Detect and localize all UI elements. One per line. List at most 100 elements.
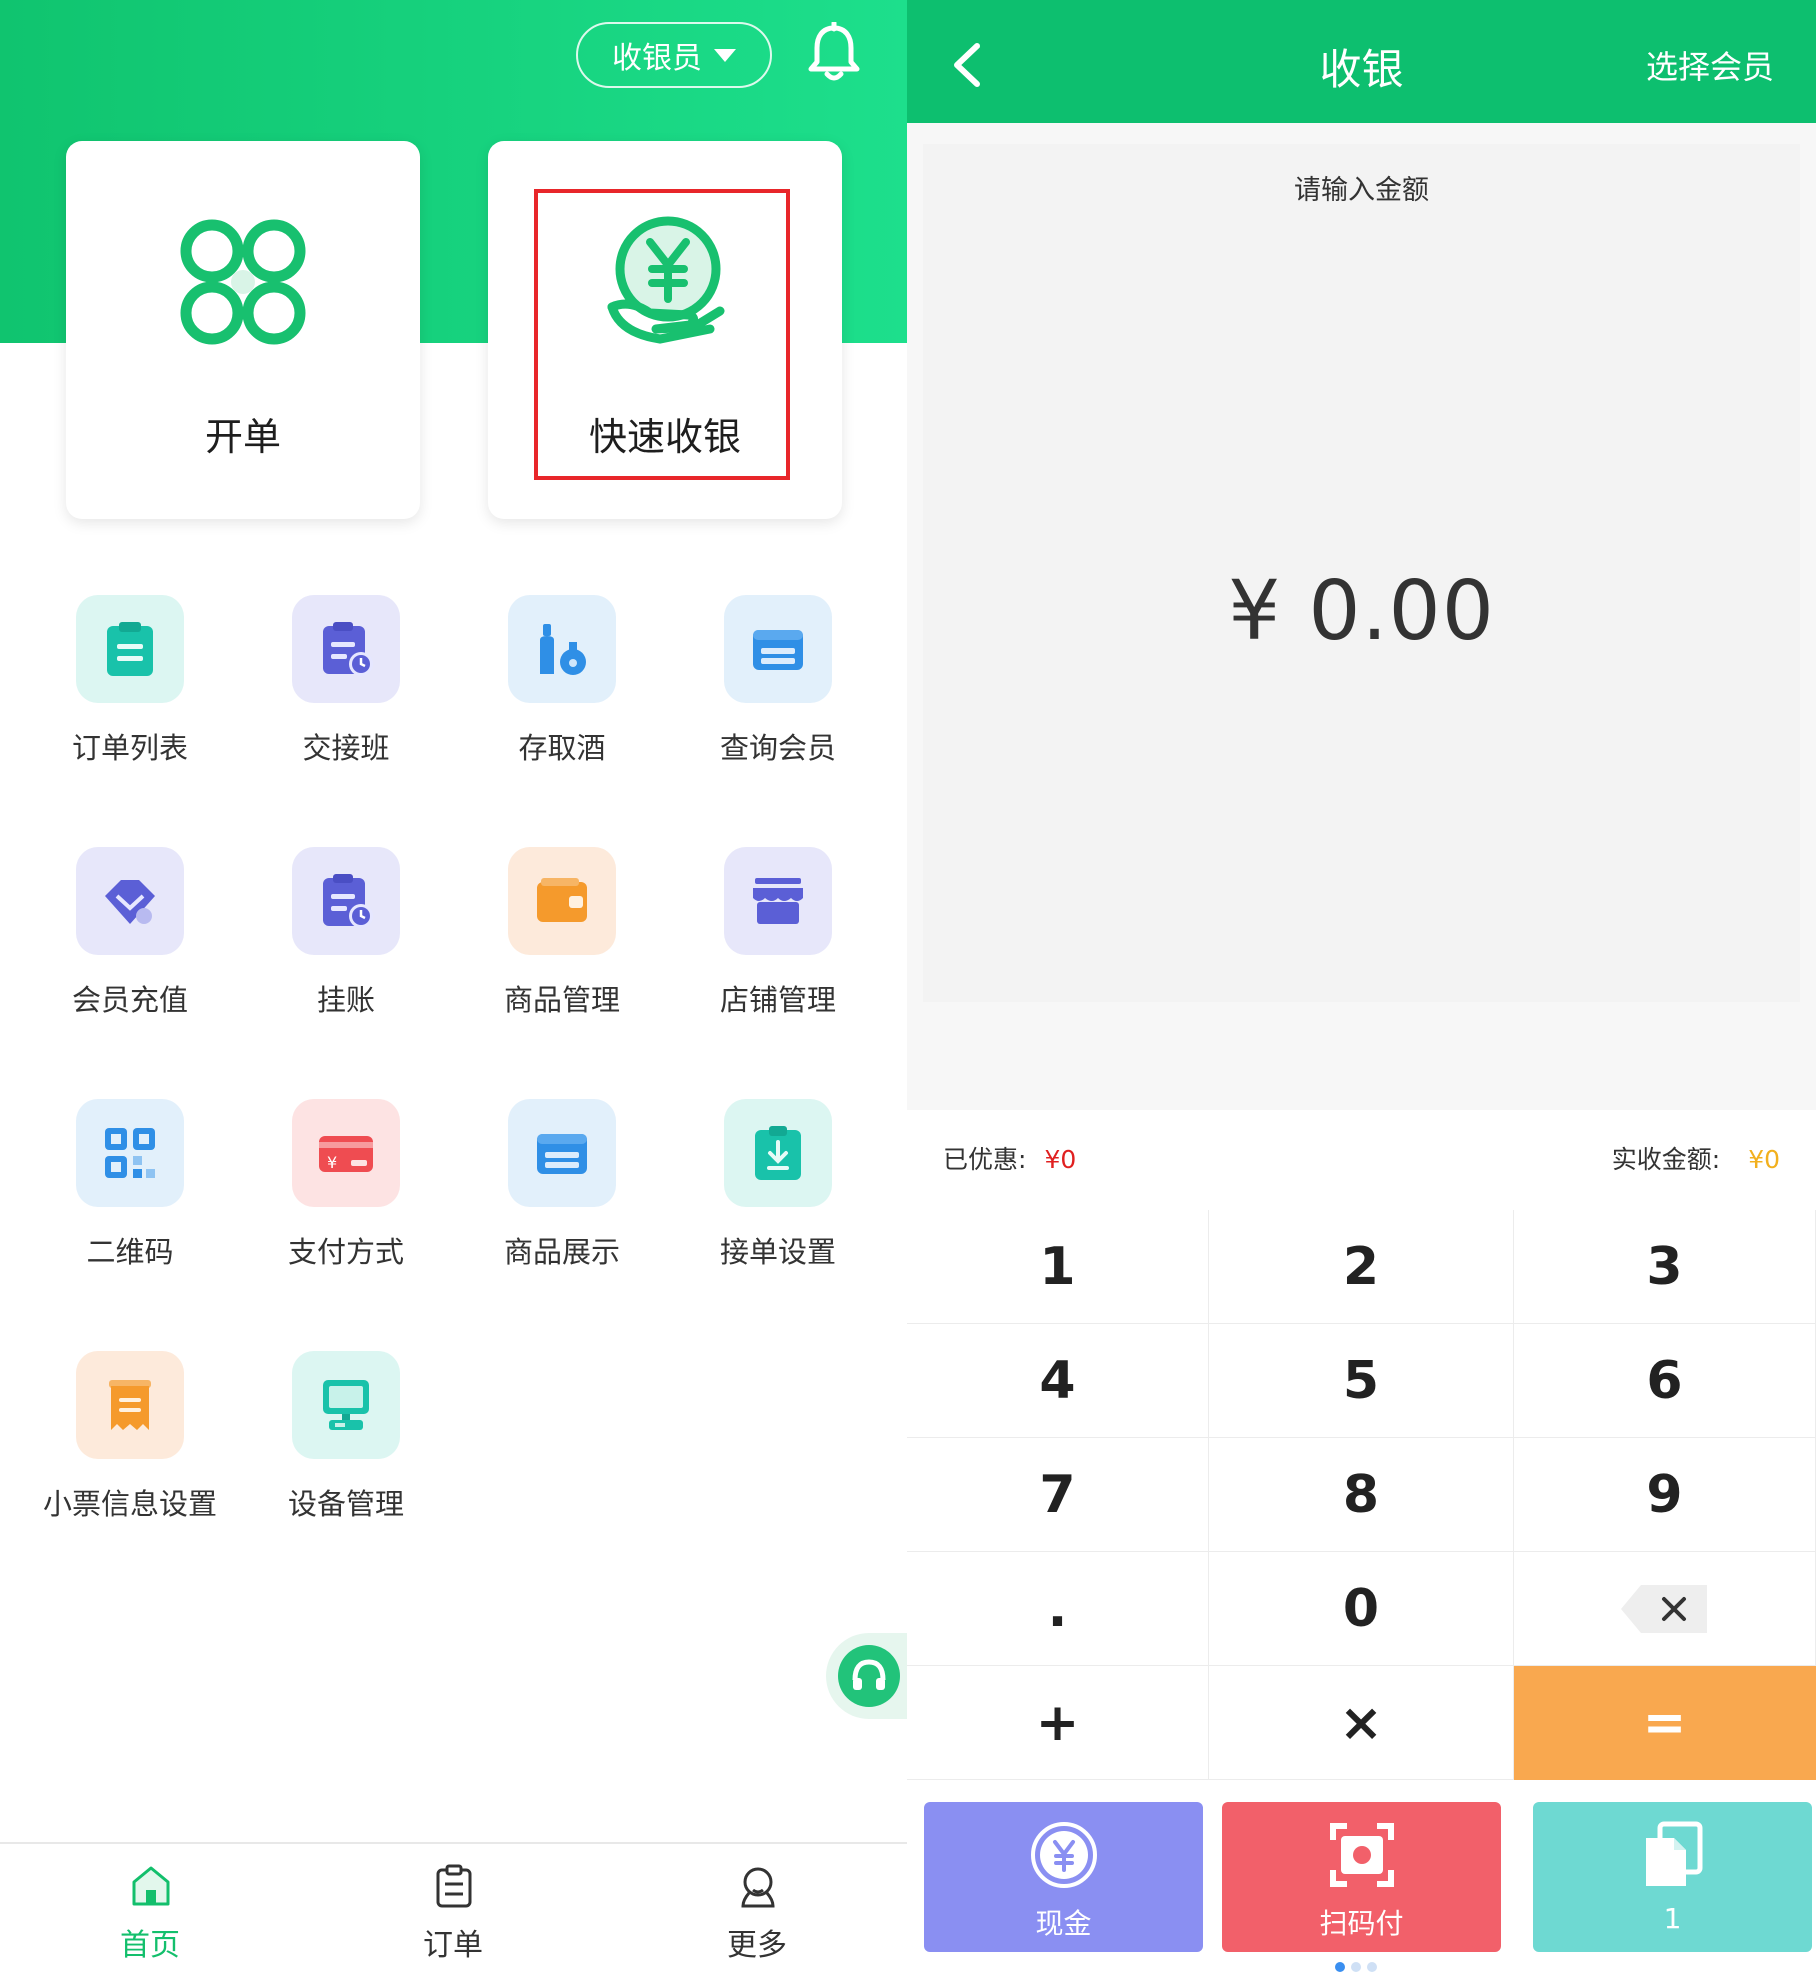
pager-dot: [1367, 1962, 1377, 1972]
tab-home-label: 首页: [120, 1928, 180, 1963]
grid-label: 接单设置: [719, 1235, 836, 1269]
tab-home[interactable]: 首页: [50, 1844, 250, 1980]
grid-item-device-management[interactable]: 设备管理: [256, 1351, 436, 1531]
app-root: 收银员 开单 快速收银 订单列表 交接班 存取酒 查询会员 会员充值 挂账 商品…: [0, 0, 1816, 1980]
grid-item-qr-code[interactable]: 二维码: [40, 1099, 220, 1279]
backspace-icon: [1620, 1584, 1707, 1633]
key-equals[interactable]: =: [1514, 1666, 1816, 1780]
home-icon: [132, 1866, 170, 1906]
tab-more-label: 更多: [727, 1928, 787, 1963]
key-0[interactable]: 0: [1209, 1552, 1514, 1666]
grid-item-receipt-settings[interactable]: 小票信息设置: [40, 1351, 220, 1531]
key-4[interactable]: 4: [907, 1324, 1209, 1438]
grid-item-product-management[interactable]: 商品管理: [472, 847, 652, 1027]
discount-value: ¥0: [1044, 1145, 1077, 1174]
clover-icon: [180, 219, 306, 345]
select-member-button[interactable]: 选择会员: [1646, 42, 1774, 88]
user-icon: [741, 1867, 775, 1908]
grid-item-credit-account[interactable]: 挂账: [256, 847, 436, 1027]
other-pay-label: 1: [1663, 1902, 1682, 1935]
grid-item-member-recharge[interactable]: 会员充值: [40, 847, 220, 1027]
bottom-tabbar: 首页 订单 更多: [0, 1842, 907, 1980]
quick-checkout-card[interactable]: 快速收银: [488, 141, 842, 519]
key-plus[interactable]: +: [907, 1666, 1209, 1780]
home-screen: 收银员 开单 快速收银 订单列表 交接班 存取酒 查询会员 会员充值 挂账 商品…: [0, 0, 907, 1980]
grid-label: 商品展示: [503, 1235, 620, 1269]
credit-account-icon: [292, 847, 400, 955]
headset-icon: [838, 1645, 900, 1707]
scan-icon: [1330, 1823, 1394, 1887]
orders-icon: [436, 1864, 472, 1908]
member-recharge-icon: [76, 847, 184, 955]
open-order-label: 开单: [204, 415, 281, 459]
grid-label: 商品管理: [503, 983, 620, 1017]
key-1[interactable]: 1: [907, 1210, 1209, 1324]
order-list-icon: [76, 595, 184, 703]
product-display-icon: [508, 1099, 616, 1207]
grid-item-product-display[interactable]: 商品展示: [472, 1099, 652, 1279]
grid-label: 订单列表: [71, 731, 188, 765]
received-label: 实收金额:: [1611, 1145, 1721, 1174]
document-icon: [1646, 1821, 1703, 1886]
checkout-screen: 收银 选择会员 请输入金额 ¥ 0.00 已优惠: ¥0 实收金额: ¥0 1 2 …: [907, 0, 1816, 1980]
pager-dot: [1351, 1962, 1361, 1972]
grid-item-shift-handover[interactable]: 交接班: [256, 595, 436, 775]
bell-icon[interactable]: [806, 22, 862, 84]
grid-label: 二维码: [86, 1235, 174, 1269]
payment-summary: 已优惠: ¥0 实收金额: ¥0: [907, 1110, 1816, 1210]
grid-label: 存取酒: [518, 731, 606, 765]
role-selector[interactable]: 收银员: [576, 22, 772, 88]
customer-support-button[interactable]: [826, 1633, 907, 1719]
key-8[interactable]: 8: [1209, 1438, 1514, 1552]
header-bar: 收银 选择会员: [907, 0, 1816, 123]
quick-checkout-label: 快速收银: [588, 415, 741, 459]
grid-label: 店铺管理: [719, 983, 836, 1017]
key-7[interactable]: 7: [907, 1438, 1209, 1552]
grid-item-member-query[interactable]: 查询会员: [688, 595, 868, 775]
payment-bar: 现金 扫码付 1: [907, 1780, 1816, 1980]
grid-item-wine-storage[interactable]: 存取酒: [472, 595, 652, 775]
scan-pay-button[interactable]: 扫码付: [1222, 1802, 1501, 1952]
other-pay-button[interactable]: 1: [1533, 1802, 1812, 1952]
tab-orders-label: 订单: [423, 1928, 483, 1963]
key-decimal[interactable]: .: [907, 1552, 1209, 1666]
cash-pay-button[interactable]: 现金: [924, 1802, 1203, 1952]
store-management-icon: [724, 847, 832, 955]
key-6[interactable]: 6: [1514, 1324, 1816, 1438]
qr-code-icon: [76, 1099, 184, 1207]
key-3[interactable]: 3: [1514, 1210, 1816, 1324]
grid-label: 小票信息设置: [42, 1487, 217, 1521]
key-multiply[interactable]: ×: [1209, 1666, 1514, 1780]
tab-more[interactable]: 更多: [657, 1844, 857, 1980]
open-order-card[interactable]: 开单: [66, 141, 420, 519]
yen-coin-icon: [1031, 1822, 1097, 1888]
received-value: ¥0: [1748, 1145, 1780, 1174]
wine-storage-icon: [508, 595, 616, 703]
key-2[interactable]: 2: [1209, 1210, 1514, 1324]
payment-method-icon: ¥: [292, 1099, 400, 1207]
shift-handover-icon: [292, 595, 400, 703]
role-selector-label: 收银员: [612, 41, 702, 76]
discount-label: 已优惠:: [943, 1145, 1027, 1174]
key-5[interactable]: 5: [1209, 1324, 1514, 1438]
grid-label: 支付方式: [287, 1235, 404, 1269]
discount-summary: 已优惠: ¥0: [943, 1140, 1076, 1176]
numeric-keypad: 1 2 3 4 5 6 7 8 9 . 0 + × =: [907, 1210, 1816, 1780]
cash-pay-label: 现金: [1035, 1907, 1092, 1940]
grid-label: 会员充值: [71, 983, 188, 1017]
receipt-settings-icon: [76, 1351, 184, 1459]
key-backspace[interactable]: [1514, 1552, 1816, 1666]
grid-item-order-list[interactable]: 订单列表: [40, 595, 220, 775]
amount-value: ¥ 0.00: [1228, 564, 1495, 659]
grid-label: 挂账: [316, 983, 375, 1017]
grid-item-payment-method[interactable]: ¥ 支付方式: [256, 1099, 436, 1279]
grid-label: 设备管理: [287, 1487, 404, 1521]
tab-orders[interactable]: 订单: [353, 1844, 553, 1980]
received-summary: 实收金额: ¥0: [1612, 1140, 1780, 1176]
grid-item-store-management[interactable]: 店铺管理: [688, 847, 868, 1027]
pager-dot: [1335, 1962, 1345, 1972]
scan-pay-label: 扫码付: [1319, 1907, 1404, 1940]
key-9[interactable]: 9: [1514, 1438, 1816, 1552]
member-card-icon: [724, 595, 832, 703]
grid-item-order-settings[interactable]: 接单设置: [688, 1099, 868, 1279]
